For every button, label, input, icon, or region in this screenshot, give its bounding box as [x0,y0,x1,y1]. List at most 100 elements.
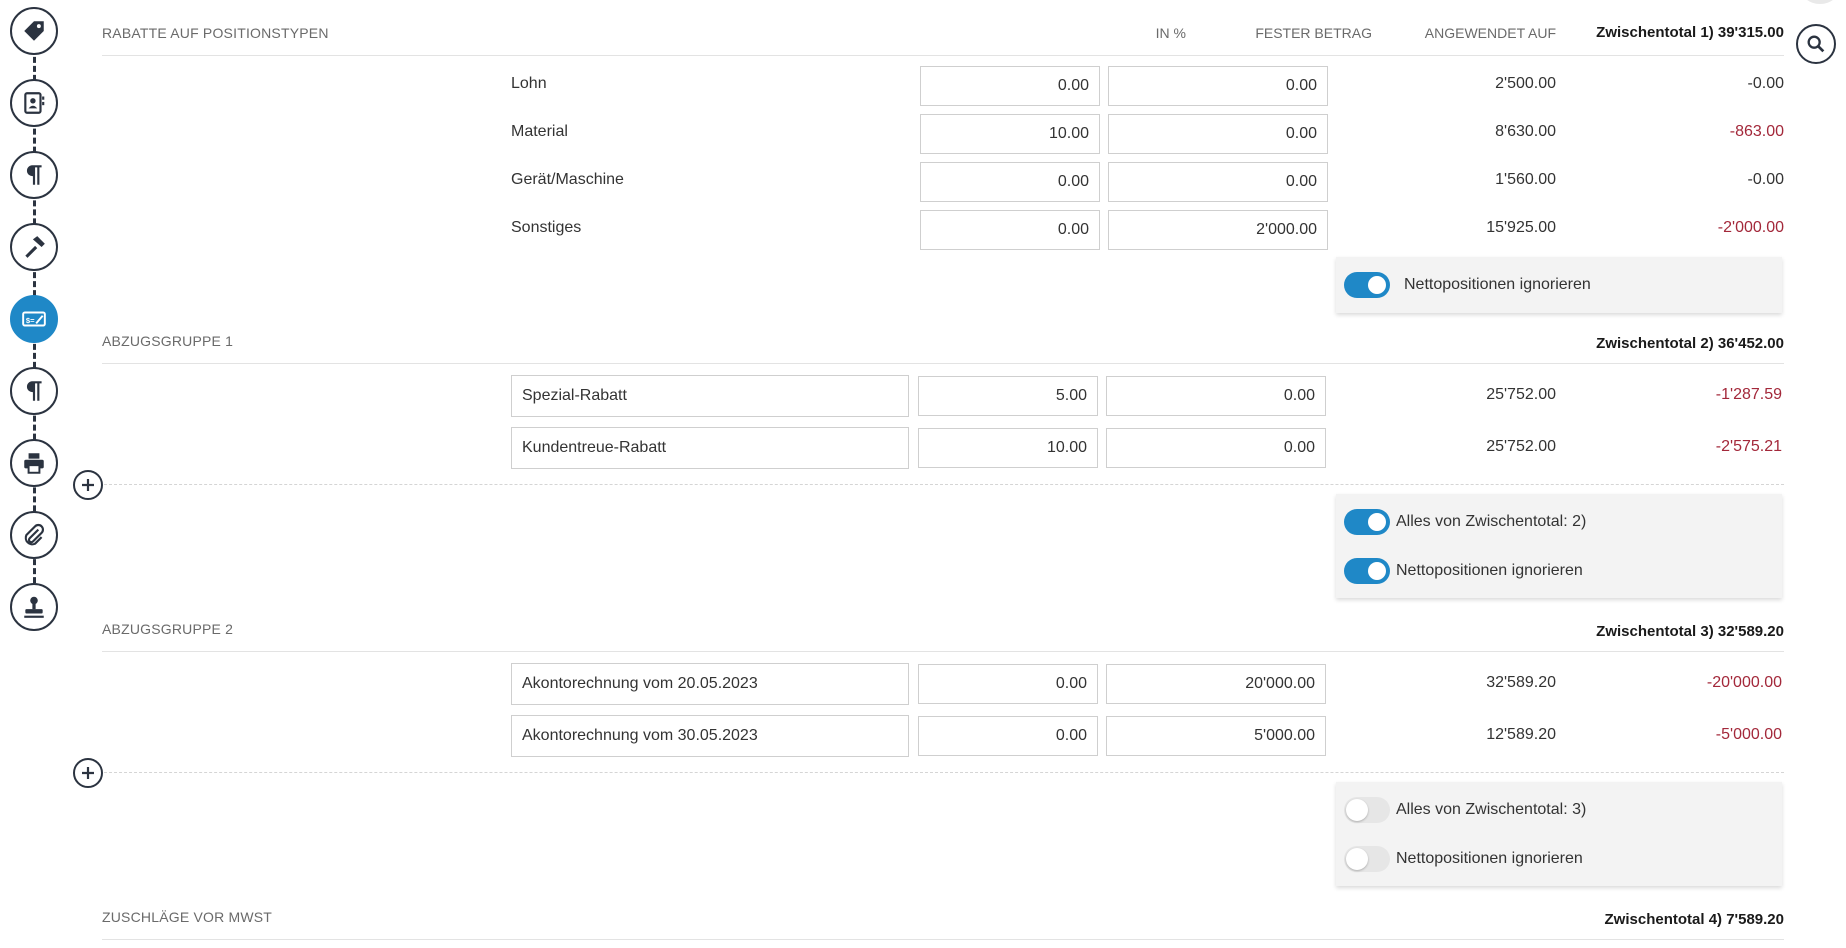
contact-card-icon [24,92,45,114]
row-label: Lohn [511,75,547,92]
row-label: Sonstiges [511,219,582,236]
column-header-applied: ANGEWENDET AUF [1424,25,1556,41]
options-panel: Alles von Zwischentotal: 2) Nettopositio… [1336,494,1782,598]
fixed-amount-input[interactable]: 0.00 [1106,428,1326,468]
paragraph-icon [26,165,42,185]
fixed-amount-input[interactable]: 5'000.00 [1106,716,1326,756]
percent-input[interactable]: 0.00 [920,210,1100,250]
hammer-icon [25,236,45,258]
applied-value: 2'500.00 [1495,75,1556,92]
svg-text:$=: $= [26,316,35,325]
applied-value: 25'752.00 [1486,386,1556,403]
section-deduction-group-1-header: ABZUGSGRUPPE 1 Zwischentotal 2) 36'452.0… [102,326,1784,364]
percent-input[interactable]: 10.00 [920,114,1100,154]
section-title: ZUSCHLÄGE VOR MWST [102,909,273,925]
fixed-amount-input[interactable]: 0.00 [1108,114,1328,154]
corner-decoration [1800,0,1840,4]
stamp-icon [24,596,44,618]
column-header-fixed: FESTER BETRAG [1255,25,1372,41]
plus-icon [82,479,94,491]
fixed-amount-input[interactable]: 0.00 [1108,66,1328,106]
result-value: -2'575.21 [1715,438,1782,455]
printer-icon [24,453,44,474]
toggle-label: Nettopositionen ignorieren [1404,276,1591,293]
column-header-percent: IN % [1155,25,1186,41]
options-panel: Alles von Zwischentotal: 3) Nettopositio… [1336,782,1782,886]
toggle-switch[interactable] [1344,846,1390,872]
toggle-net-positions[interactable]: Nettopositionen ignorieren [1344,558,1583,584]
toggle-label: Alles von Zwischentotal: 3) [1396,801,1587,818]
toggle-label: Nettopositionen ignorieren [1396,850,1583,867]
section-deduction-group-2-header: ABZUGSGRUPPE 2 Zwischentotal 3) 32'589.2… [102,614,1784,652]
percent-input[interactable]: 0.00 [918,716,1098,756]
result-value: -1'287.59 [1715,386,1782,403]
toggle-all-of-subtotal[interactable]: Alles von Zwischentotal: 2) [1344,509,1586,535]
deduction-name-input[interactable]: Akontorechnung vom 30.05.2023 [511,715,909,757]
row-label: Material [511,123,568,140]
section-title: ABZUGSGRUPPE 1 [102,333,234,349]
rail-tools-button[interactable] [10,223,58,271]
toggle-net-positions[interactable]: Nettopositionen ignorieren [1344,272,1591,298]
percent-input[interactable]: 0.00 [920,162,1100,202]
applied-value: 25'752.00 [1486,438,1556,455]
rail-print-button[interactable] [10,439,58,487]
applied-value: 12'589.20 [1486,726,1556,743]
tag-icon [24,21,44,41]
rail-text-button[interactable] [10,151,58,199]
toggle-label: Nettopositionen ignorieren [1396,562,1583,579]
applied-value: 8'630.00 [1495,123,1556,140]
plus-icon [82,767,94,779]
rail-contact-button[interactable] [10,79,58,127]
toggle-all-of-subtotal[interactable]: Alles von Zwischentotal: 3) [1344,797,1586,823]
rail-text2-button[interactable] [10,367,58,415]
toggle-switch[interactable] [1344,509,1390,535]
discount-icon: $= [22,311,46,327]
add-deduction-button[interactable] [73,758,103,788]
discount-name-input[interactable]: Spezial-Rabatt [511,375,909,417]
fixed-amount-input[interactable]: 0.00 [1108,162,1328,202]
fixed-amount-input[interactable]: 20'000.00 [1106,664,1326,704]
percent-input[interactable]: 0.00 [918,664,1098,704]
left-rail: $= [0,0,70,948]
search-icon [1807,35,1825,53]
applied-value: 1'560.00 [1495,171,1556,188]
options-panel: Nettopositionen ignorieren [1336,257,1782,313]
result-value: -5'000.00 [1715,726,1782,743]
percent-input[interactable]: 10.00 [918,428,1098,468]
result-value: -2'000.00 [1717,219,1784,236]
applied-value: 15'925.00 [1486,219,1556,236]
discount-name-input[interactable]: Kundentreue-Rabatt [511,427,909,469]
subtotal-3: Zwischentotal 3) 32'589.20 [1596,623,1784,640]
rail-tag-button[interactable] [10,7,58,55]
divider [104,484,1784,485]
paperclip-icon [24,523,44,546]
subtotal-1: Zwischentotal 1) 39'315.00 [1596,24,1784,41]
toggle-label: Alles von Zwischentotal: 2) [1396,513,1587,530]
rail-stamp-button[interactable] [10,583,58,631]
toggle-net-positions[interactable]: Nettopositionen ignorieren [1344,846,1583,872]
result-value: -0.00 [1747,171,1784,188]
fixed-amount-input[interactable]: 2'000.00 [1108,210,1328,250]
percent-input[interactable]: 5.00 [918,376,1098,416]
toggle-switch[interactable] [1344,272,1390,298]
fixed-amount-input[interactable]: 0.00 [1106,376,1326,416]
rail-attachment-button[interactable] [10,511,58,559]
subtotal-4: Zwischentotal 4) 7'589.20 [1604,911,1784,928]
row-label: Gerät/Maschine [511,171,624,188]
percent-input[interactable]: 0.00 [920,66,1100,106]
add-deduction-button[interactable] [73,470,103,500]
subtotal-2: Zwischentotal 2) 36'452.00 [1596,335,1784,352]
toggle-switch[interactable] [1344,558,1390,584]
section-position-types-header: RABATTE AUF POSITIONSTYPEN IN % FESTER B… [102,20,1784,56]
toggle-switch[interactable] [1344,797,1390,823]
applied-value: 32'589.20 [1486,674,1556,691]
deduction-name-input[interactable]: Akontorechnung vom 20.05.2023 [511,663,909,705]
result-value: -20'000.00 [1706,674,1782,691]
rail-discount-button[interactable]: $= [10,295,58,343]
result-value: -863.00 [1729,123,1784,140]
paragraph-icon [26,381,42,401]
search-button[interactable] [1796,24,1836,64]
section-surcharges-header: ZUSCHLÄGE VOR MWST Zwischentotal 4) 7'58… [102,902,1784,940]
result-value: -0.00 [1747,75,1784,92]
divider [104,772,1784,773]
